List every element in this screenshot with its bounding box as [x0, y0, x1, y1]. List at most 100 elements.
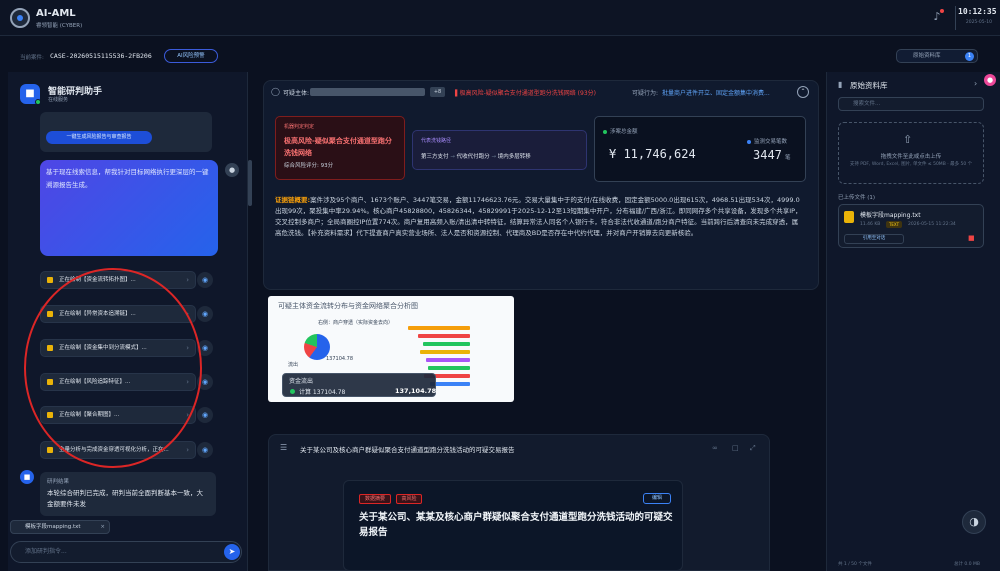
result-card: 研判结果 本轮综合研判已完成，研判当前全面判断基本一致，大金额要件未发: [40, 472, 216, 516]
expand-icon[interactable]: □: [732, 444, 739, 452]
fullscreen-icon[interactable]: ⤢: [750, 444, 756, 453]
evidence-text: 案件涉及95个商户、1673个账户、3447笔交易，金额11746623.76元…: [275, 196, 802, 237]
result-text: 本轮综合研判已完成，研判当前全面判断基本一致，大金额要件未发: [47, 489, 203, 508]
chevron-up-icon[interactable]: ⌃: [797, 86, 809, 98]
materials-title: 原始资料库: [850, 81, 888, 90]
top-header: [0, 0, 1000, 36]
report-tag: 数据摘要: [359, 494, 391, 504]
deals-unit: 笔: [785, 155, 791, 161]
eye-icon[interactable]: ◉: [197, 442, 213, 458]
file-search-input[interactable]: 搜索文件...: [838, 97, 984, 111]
report-heading: 关于某公司、某某及核心商户群疑似聚合支付通道型跑分洗钱活动的可疑交易报告: [359, 512, 673, 538]
file-date: 2026-05-15 11:22:34: [908, 222, 956, 227]
chart-bar: [408, 326, 470, 330]
upload-hint: 支持 PDF, Word, Excel, 图片, 单文件 ≤ 50MB · 最多…: [849, 162, 973, 167]
user-message: 基于现在线索信息，帮我针对目标网络执行更深层的一键溯源报告生成。: [40, 160, 218, 256]
chart-bar: [423, 342, 470, 346]
tooltip-dot: [290, 389, 295, 394]
annotation-circle: [24, 268, 202, 468]
evidence-label: 证据链概要:: [275, 196, 311, 204]
chart-bar: [420, 350, 470, 354]
assistant-float-icon[interactable]: ●: [984, 74, 996, 86]
trash-icon[interactable]: ■: [968, 234, 975, 242]
machine-verdict-score: 综合风险评分: 93分: [284, 163, 334, 169]
notification-dot: [940, 9, 944, 13]
redacted-subject: [310, 88, 425, 96]
palette-icon[interactable]: ◑: [962, 510, 986, 534]
file-size: 11.46 KB: [860, 222, 881, 227]
chart-point-label: 137104.78: [326, 356, 354, 362]
laundering-path-box: 代表洗钱路径 第三方支付 → 代收代付跑分 → 境内多层转移: [412, 130, 587, 170]
generate-report-button[interactable]: 一键生成风险报告与审查报告: [46, 131, 152, 144]
app-title: AI-AML: [36, 8, 76, 19]
clock-time: 10:12:35: [958, 7, 997, 16]
suspect-label: 可疑主体:: [283, 90, 310, 97]
ai-warning-button[interactable]: AI风险预警: [164, 49, 218, 63]
behavior-label: 可疑行为:: [632, 90, 659, 97]
deals-value: 3447: [753, 148, 782, 162]
document-icon: ☰: [280, 443, 288, 452]
subject-count-badge[interactable]: +8: [430, 87, 445, 97]
materials-button-label: 原始资料库: [913, 53, 941, 59]
eye-icon[interactable]: ◉: [197, 306, 213, 322]
robot-icon: ■: [20, 470, 34, 484]
app-subtitle: 睿领智能 (CYBER): [36, 23, 83, 29]
link-icon[interactable]: ∞: [712, 444, 718, 452]
risk-summary: ▌极高风险-疑似聚合支付通道型跑分洗钱网络 (93分): [455, 90, 597, 97]
close-icon[interactable]: ×: [100, 521, 105, 533]
attached-file-name: 模板字段mapping.txt: [25, 524, 81, 530]
edit-button[interactable]: 编辑: [643, 493, 671, 504]
attached-file-chip[interactable]: 模板字段mapping.txt ×: [10, 520, 110, 534]
materials-button[interactable]: 原始资料库 1: [896, 49, 978, 63]
chart-tooltip: 资金流出 计算 137104.78 137,104.78: [282, 373, 436, 397]
result-label: 研判结果: [47, 479, 70, 485]
report-title: 关于某公司及核心商户群疑似聚合支付通道型跑分洗钱活动的可疑交易报告: [300, 446, 515, 454]
upload-icon: ⇧: [903, 133, 913, 146]
chevron-right-icon[interactable]: ›: [974, 79, 977, 88]
chart-preview-row-label: 右侧：商户穿透（实际资金去向）: [318, 320, 394, 326]
case-id: CASE-20260515115536-2FB206: [50, 52, 152, 60]
status-dot: [747, 140, 751, 144]
laundering-path-flow: 第三方支付 → 代收代付跑分 → 境内多层转移: [421, 152, 578, 160]
reference-button[interactable]: 引用至对话: [844, 234, 904, 244]
path-step: 境内多层转移: [497, 154, 531, 160]
file-count: 共 1 / 50 个文件: [838, 562, 872, 567]
tooltip-value: 137,104.78: [395, 387, 437, 395]
report-tag: 高风险: [396, 494, 422, 504]
chevron-right-icon: ›: [186, 446, 189, 454]
user-avatar-icon: ●: [225, 163, 239, 177]
status-dot: [603, 130, 607, 134]
online-dot: [35, 99, 41, 105]
chart-bar: [428, 366, 470, 370]
folder-icon: ▮: [838, 80, 843, 89]
machine-verdict-box: 机器判定判定 极高风险-疑似聚合支付通道型跑分洗钱网络 综合风险评分: 93分: [275, 116, 405, 180]
machine-verdict-title: 极高风险-疑似聚合支付通道型跑分洗钱网络: [284, 137, 392, 157]
app-logo: [10, 8, 30, 28]
metrics-box: 涉案总金额 ¥ 11,746,624 监测交易笔数 3447 笔: [594, 116, 806, 182]
send-icon[interactable]: ➤: [224, 544, 240, 560]
shield-icon: ◯: [271, 87, 280, 96]
eye-icon[interactable]: ◉: [197, 407, 213, 423]
tooltip-title: 资金流出: [289, 378, 314, 385]
command-input[interactable]: 添加研判指令...: [10, 541, 242, 563]
chevron-right-icon: ›: [186, 276, 189, 284]
case-label: 当前案件:: [20, 55, 44, 61]
path-step: 代收代付跑分: [456, 154, 490, 160]
amount-value: ¥ 11,746,624: [609, 147, 696, 161]
file-icon: [844, 211, 854, 223]
chart-preview-title: 可疑主体资金流转分布与资金网络聚合分析图: [278, 302, 418, 310]
chat-scrollbar[interactable]: [248, 160, 252, 206]
eye-icon[interactable]: ◉: [197, 272, 213, 288]
laundering-path-label: 代表洗钱路径: [421, 138, 452, 144]
uploaded-files-label: 已上传文件 (1): [838, 195, 876, 201]
tooltip-series: 计算 137104.78: [299, 389, 346, 396]
path-step: 第三方支付: [421, 154, 449, 160]
file-type-badge: TEXT: [886, 221, 902, 228]
task-icon: [47, 447, 53, 453]
amount-label: 涉案总金额: [610, 129, 638, 135]
deals-label: 监测交易笔数: [754, 139, 788, 145]
header-divider: [955, 6, 956, 30]
file-name: 模板字段mapping.txt: [860, 212, 921, 219]
task-icon: [47, 277, 53, 283]
materials-count-badge: 1: [965, 52, 974, 61]
